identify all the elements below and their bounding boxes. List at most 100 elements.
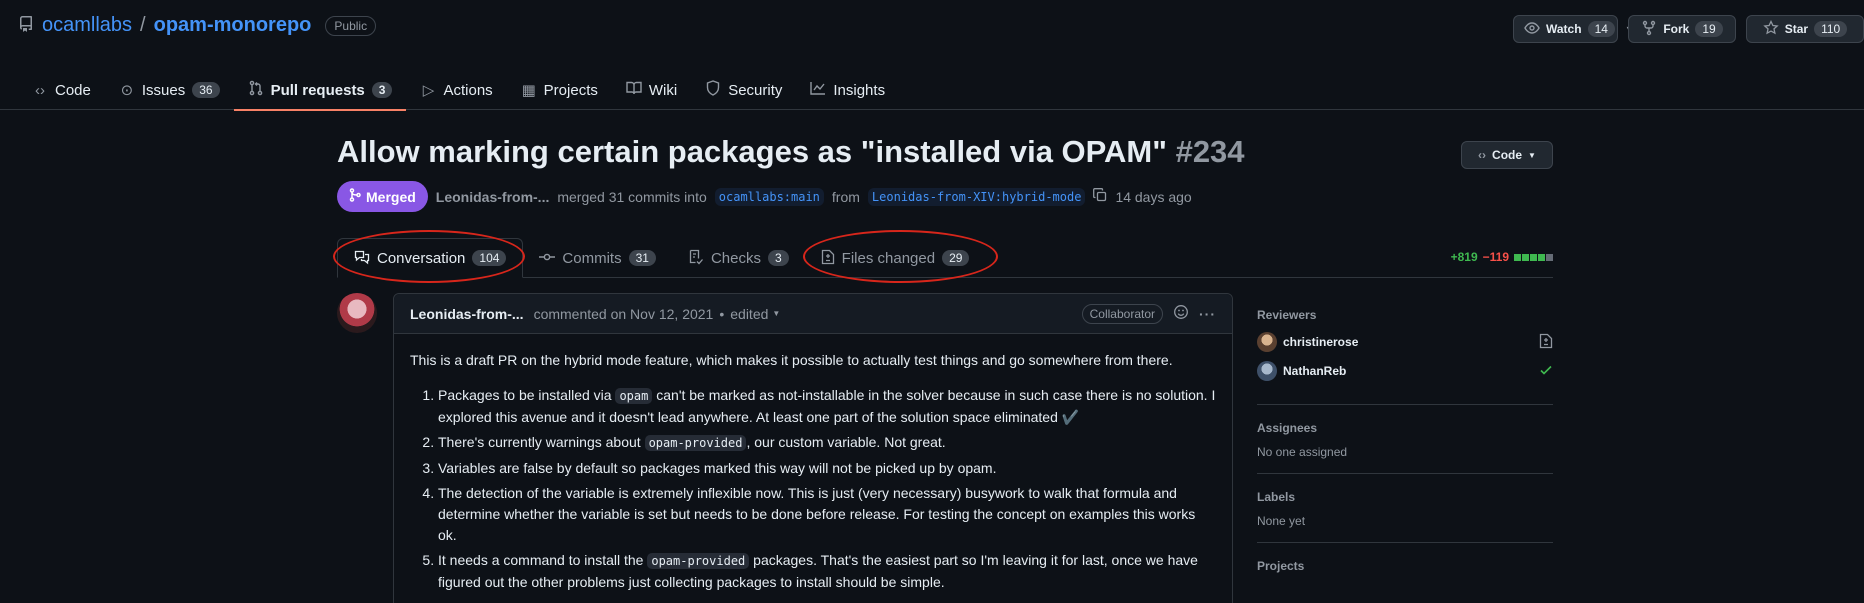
tab-actions[interactable]: ▷ Actions [406, 70, 506, 110]
reviewers-section: Reviewers christinerose NathanReb [1257, 308, 1553, 405]
eye-icon [1524, 20, 1540, 39]
tab-commits[interactable]: Commits 31 [523, 238, 672, 278]
tab-checks[interactable]: Checks 3 [672, 238, 805, 278]
repo-header: ocamllabs / opam-monorepo Public Watch 1… [0, 0, 1864, 111]
tab-security[interactable]: Security [691, 70, 796, 110]
tab-pull-requests[interactable]: Pull requests 3 [233, 70, 407, 111]
smiley-icon[interactable] [1173, 304, 1189, 323]
diff-additions: +819 [1450, 250, 1478, 264]
assignees-value: No one assigned [1257, 445, 1348, 459]
list-item-text: Variables are false by default so packag… [438, 460, 997, 476]
tab-issues[interactable]: ⊙ Issues 36 [105, 70, 234, 110]
tab-security-label: Security [728, 81, 783, 99]
fork-label: Fork [1663, 22, 1690, 36]
issue-opened-icon: ⊙ [120, 82, 134, 99]
reviewers-heading[interactable]: Reviewers [1257, 308, 1553, 322]
repo-name-link[interactable]: opam-monorepo [154, 14, 312, 37]
diffstat: +819 −119 [1451, 250, 1553, 264]
tab-projects-label: Projects [543, 81, 598, 99]
repo-title: ocamllabs / opam-monorepo Public [18, 14, 377, 37]
comment-author-link[interactable]: Leonidas-from-... [410, 306, 524, 322]
annotation-oval-conversation [333, 230, 525, 283]
avatar [1257, 361, 1277, 381]
tab-wiki[interactable]: Wiki [612, 70, 691, 110]
star-count: 110 [1814, 21, 1848, 37]
reviewer-name: christinerose [1283, 335, 1359, 349]
list-item: There's currently warnings about opam-pr… [438, 432, 1216, 454]
diffstat-block [1538, 253, 1545, 261]
repo-icon [18, 15, 34, 36]
checks-count: 3 [767, 250, 789, 266]
code-button-label: Code [1492, 148, 1523, 162]
repo-separator: / [140, 14, 146, 36]
assignees-section: Assignees No one assigned [1257, 421, 1553, 474]
repo-owner-link[interactable]: ocamllabs [42, 14, 132, 37]
tab-code-label: Code [55, 81, 91, 99]
watch-count: 14 [1587, 21, 1615, 37]
head-branch[interactable]: Leonidas-from-XIV:hybrid-mode [867, 187, 1086, 206]
code-icon: ‹› [35, 81, 45, 99]
play-icon: ▷ [422, 82, 435, 99]
avatar [1257, 332, 1277, 352]
list-item: Packages to be installed via opam can't … [438, 385, 1216, 428]
avatar[interactable] [337, 293, 377, 333]
list-item-text: The detection of the variable is extreme… [438, 485, 1196, 543]
base-branch[interactable]: ocamllabs:main [714, 187, 824, 206]
tab-insights[interactable]: Insights [796, 70, 899, 110]
assignees-heading[interactable]: Assignees [1257, 421, 1553, 435]
caret-down-icon: ▼ [1528, 150, 1536, 160]
fork-button[interactable]: Fork 19 [1628, 15, 1736, 43]
tab-code[interactable]: ‹› Code [18, 70, 105, 110]
pr-author-link[interactable]: Leonidas-from-... [436, 189, 550, 205]
visibility-badge: Public [325, 15, 377, 36]
inline-code: opam [615, 388, 653, 404]
reviewer-row[interactable]: NathanReb [1257, 361, 1553, 381]
star-button[interactable]: Star 110 [1746, 15, 1864, 43]
labels-value: None yet [1257, 514, 1306, 528]
tab-projects[interactable]: ▦ Projects [507, 70, 612, 110]
projects-section: Projects [1257, 559, 1553, 573]
pr-sidebar: Reviewers christinerose NathanReb Assign… [1257, 308, 1553, 583]
table-icon: ▦ [521, 82, 536, 99]
inline-code: opam-provided [644, 435, 747, 451]
issues-count: 36 [192, 82, 220, 98]
tab-issues-label: Issues [141, 81, 186, 99]
edited-dropdown[interactable]: edited ▼ [730, 306, 780, 322]
comment-header: Leonidas-from-... commented on Nov 12, 2… [394, 294, 1232, 334]
tab-wiki-label: Wiki [648, 81, 678, 99]
tab-pull-requests-label: Pull requests [270, 81, 365, 99]
diffstat-block [1530, 253, 1537, 261]
tab-insights-label: Insights [833, 81, 886, 99]
code-icon: ‹› [1478, 148, 1487, 162]
comment-list: Packages to be installed via opam can't … [410, 385, 1216, 593]
watch-button[interactable]: Watch 14 ▼ [1513, 15, 1634, 43]
labels-heading[interactable]: Labels [1257, 490, 1553, 504]
pulls-count: 3 [371, 82, 393, 98]
projects-heading[interactable]: Projects [1257, 559, 1553, 573]
merged-text: merged 31 commits into [557, 188, 707, 205]
tab-commits-label: Commits [562, 249, 622, 267]
edited-label: edited [730, 305, 769, 322]
list-item: It needs a command to install the opam-p… [438, 550, 1216, 593]
code-button[interactable]: ‹› Code ▼ [1461, 141, 1553, 169]
repo-nav: ‹› Code ⊙ Issues 36 Pull requests 3 ▷ Ac… [18, 70, 899, 111]
git-commit-icon [539, 249, 556, 268]
merged-time: 14 days ago [1115, 188, 1192, 205]
comment-bullet: • [719, 305, 725, 322]
diff-deletions: −119 [1482, 250, 1509, 264]
kebab-horizontal-icon[interactable]: ··· [1199, 306, 1216, 322]
copy-icon[interactable] [1093, 188, 1107, 205]
list-item: The detection of the variable is extreme… [438, 483, 1216, 546]
star-label: Star [1784, 22, 1809, 36]
labels-section: Labels None yet [1257, 490, 1553, 543]
comment-body: This is a draft PR on the hybrid mode fe… [394, 334, 1232, 603]
fork-count: 19 [1695, 21, 1723, 37]
watch-label: Watch [1546, 22, 1582, 36]
caret-down-icon: ▼ [772, 309, 781, 318]
git-merge-icon [349, 188, 361, 205]
diffstat-block [1514, 253, 1521, 261]
book-icon [626, 81, 642, 99]
reviewer-row[interactable]: christinerose [1257, 332, 1553, 352]
checklist-icon [688, 249, 704, 268]
diffstat-blocks [1514, 253, 1553, 261]
